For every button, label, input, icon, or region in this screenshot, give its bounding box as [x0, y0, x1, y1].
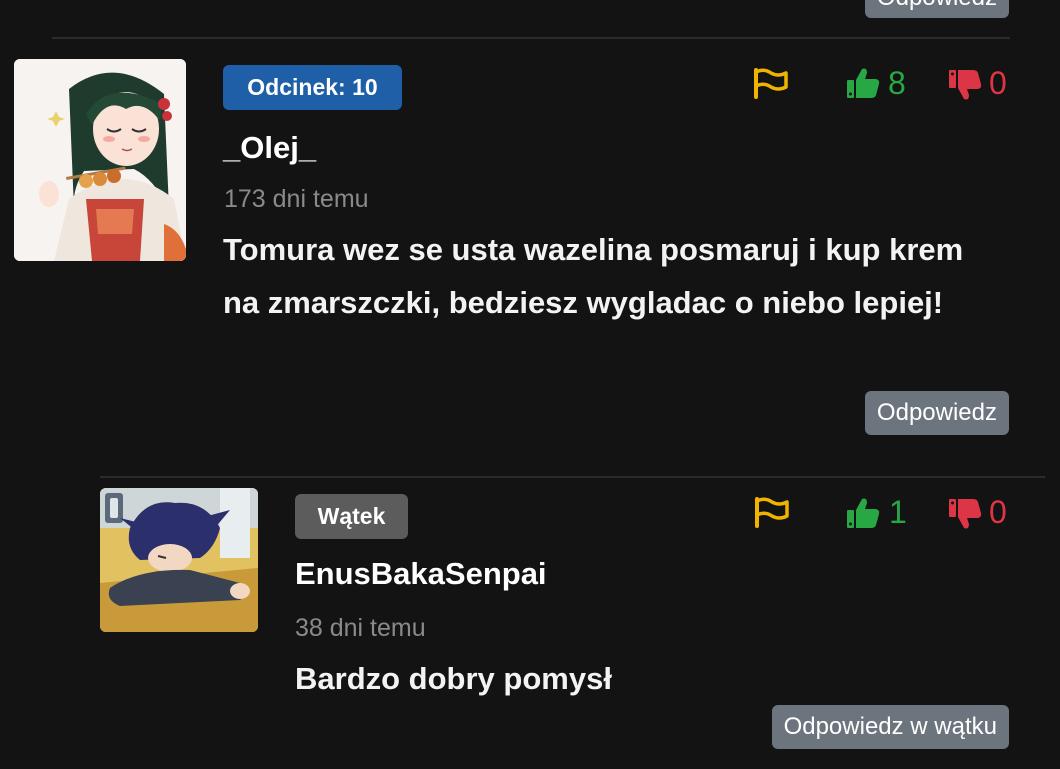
time-ago: 38 dni temu — [295, 614, 426, 642]
reply-button-previous[interactable]: Odpowiedz — [864, 0, 1009, 18]
reply-in-thread-button[interactable]: Odpowiedz w wątku — [771, 705, 1009, 749]
flag-icon[interactable] — [752, 67, 790, 99]
anime-boy-sleeping-avatar-icon — [100, 488, 258, 632]
user-avatar[interactable] — [14, 59, 186, 261]
thread-badge: Wątek — [295, 494, 408, 539]
anime-girl-avatar-icon — [14, 59, 186, 261]
username[interactable]: _Olej_ — [223, 130, 316, 166]
episode-badge: Odcinek: 10 — [223, 65, 402, 110]
thumbs-up-icon[interactable] — [846, 66, 880, 100]
like-count: 8 — [888, 65, 906, 101]
comments-section: Odpowiedz — [0, 0, 1060, 769]
dislike-count: 0 — [989, 494, 1007, 530]
time-ago: 173 dni temu — [224, 185, 369, 213]
like-count: 1 — [889, 494, 907, 530]
username[interactable]: EnusBakaSenpai — [295, 556, 547, 592]
thumbs-up-icon[interactable] — [846, 496, 880, 530]
comment-text: Tomura wez se usta wazelina posmaruj i k… — [223, 232, 964, 320]
dislike-count: 0 — [989, 65, 1007, 101]
thumbs-down-icon[interactable] — [948, 497, 982, 531]
user-avatar[interactable] — [100, 488, 258, 632]
flag-icon[interactable] — [753, 496, 791, 528]
comment-divider — [52, 37, 1010, 39]
comment-text: Bardzo dobry pomysł — [295, 661, 612, 696]
reply-button[interactable]: Odpowiedz — [864, 391, 1009, 435]
reply-divider — [100, 476, 1045, 478]
thumbs-down-icon[interactable] — [948, 68, 982, 102]
